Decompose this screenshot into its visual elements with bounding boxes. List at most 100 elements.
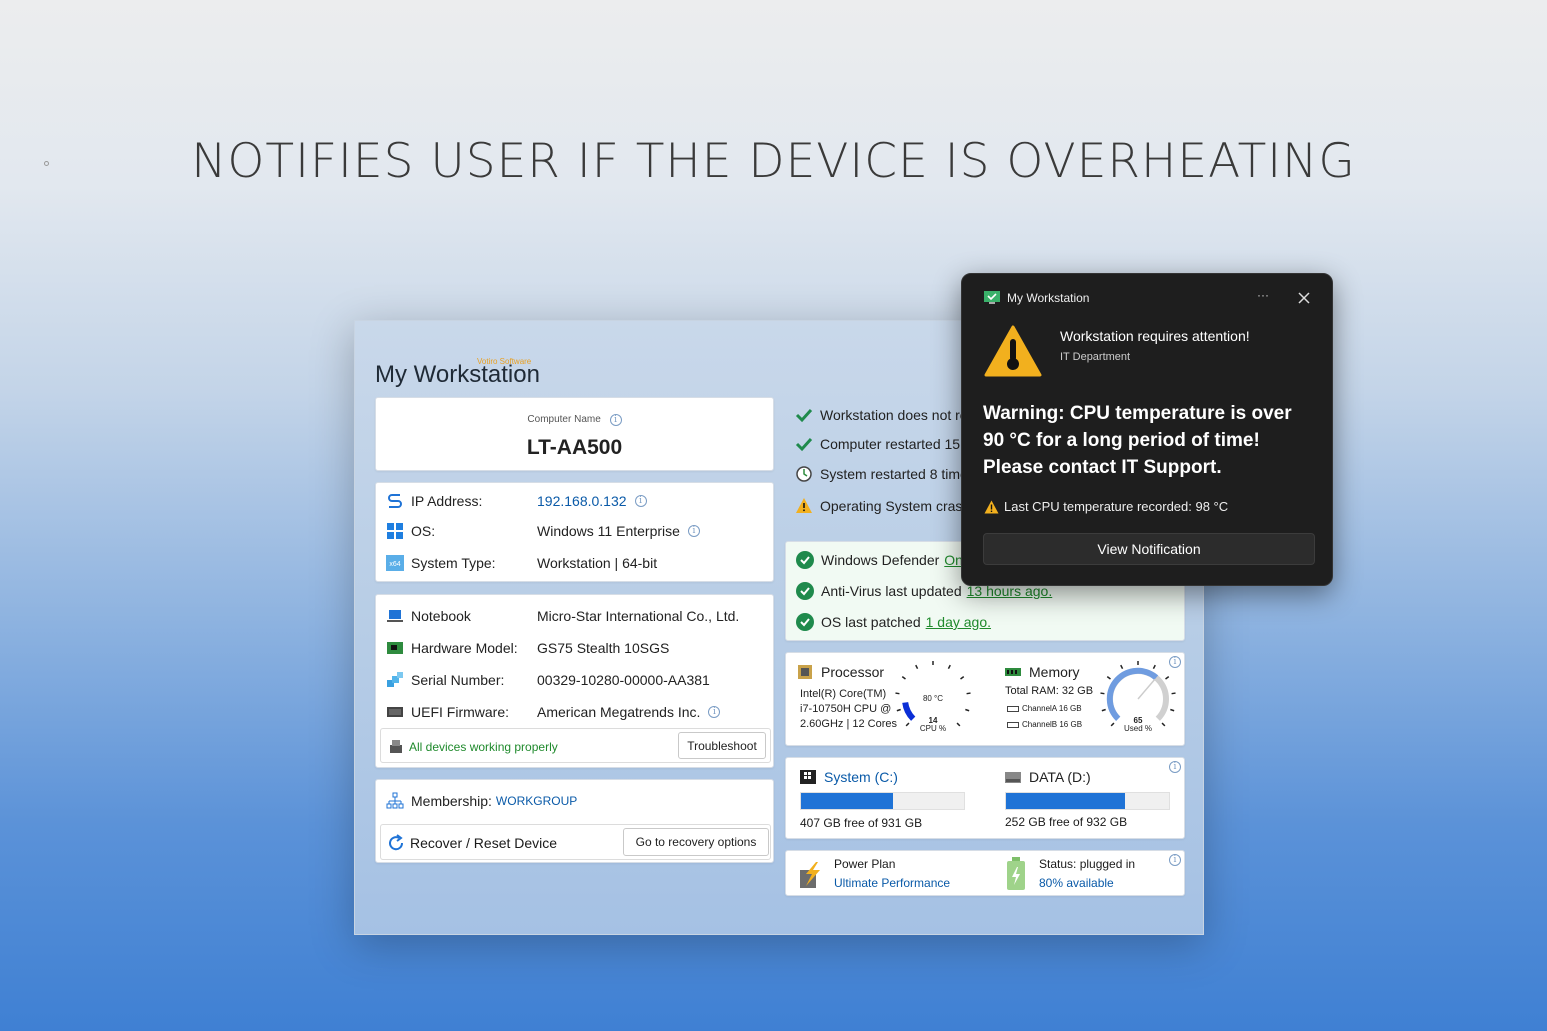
gauge-tick [956, 722, 961, 727]
os-label: OS: [411, 523, 436, 539]
brand-label: Votiro Software [477, 357, 532, 366]
close-icon[interactable] [1298, 291, 1310, 309]
gauge-tick [1110, 722, 1115, 727]
drive-name[interactable]: DATA (D:) [1029, 769, 1091, 785]
x64-icon: x64 [386, 554, 404, 572]
power-status-value[interactable]: 80% available [1039, 876, 1114, 890]
hardware-model-value: GS75 Stealth 10SGS [537, 640, 670, 656]
devices-status-bar: All devices working properly Troubleshoo… [380, 728, 771, 763]
troubleshoot-button[interactable]: Troubleshoot [678, 732, 766, 759]
ram-stick-icon [1007, 705, 1019, 712]
status-item: Computer restarted 15 [820, 436, 961, 452]
channel-a-text: ChannelA 16 GB [1022, 704, 1082, 713]
drive-c-free-text: 407 GB free of 931 GB [800, 816, 923, 830]
info-icon[interactable]: i [1169, 761, 1181, 773]
serial-number-value: 00329-10280-00000-AA381 [537, 672, 710, 688]
processor-desc-line: 2.60GHz | 12 Cores [800, 718, 898, 730]
gauge-tick [1165, 676, 1170, 680]
recover-row: Recover / Reset Device Go to recovery op… [380, 824, 771, 860]
network-card: IP Address: 192.168.0.132 i OS: Windows … [375, 482, 774, 582]
svg-text:x64: x64 [389, 561, 400, 568]
network-tree-icon [386, 792, 404, 810]
ip-address-value[interactable]: 192.168.0.132 [537, 493, 627, 509]
membership-card: Membership: WORKGROUP Recover / Reset De… [375, 779, 774, 863]
monitor-check-icon [984, 291, 1000, 310]
info-icon[interactable]: i [634, 495, 647, 507]
power-plan-value[interactable]: Ultimate Performance [834, 876, 950, 890]
system-type-value: Workstation | 64-bit [537, 555, 658, 571]
memory-used-label: Used % [1124, 724, 1152, 733]
go-to-recovery-button[interactable]: Go to recovery options [623, 828, 769, 856]
notebook-label: Notebook [411, 608, 471, 624]
notebook-value: Micro-Star International Co., Ltd. [537, 608, 740, 624]
power-card: i Power Plan Ultimate Performance Status… [785, 850, 1185, 896]
gauge-tick [1106, 676, 1111, 680]
gauge-tick [947, 664, 951, 670]
toast-warning-message: Warning: CPU temperature is over 90 °C f… [983, 403, 1292, 478]
serial-icon [386, 671, 404, 689]
power-status-label: Status: plugged in [1039, 857, 1136, 871]
gauge-tick [1161, 722, 1166, 727]
drive-name[interactable]: System (C:) [824, 769, 898, 785]
processor-desc-line: Intel(R) Core(TM) [800, 688, 887, 700]
view-notification-button[interactable]: View Notification [983, 533, 1315, 565]
drive-d-free-text: 252 GB free of 932 GB [1005, 815, 1128, 829]
gauge-tick [966, 692, 971, 695]
hardware-card: Notebook Micro-Star International Co., L… [375, 594, 774, 768]
computer-name-value: LT-AA500 [526, 436, 623, 459]
memory-channel-a: ChannelA 16 GB [1007, 704, 1082, 713]
info-icon[interactable]: i [1169, 854, 1181, 866]
chip-icon [386, 703, 404, 721]
more-options-icon[interactable]: ··· [1257, 288, 1269, 302]
printer-icon [387, 738, 405, 761]
processor-desc-line: i7-10750H CPU @ [800, 703, 892, 715]
notification-toast[interactable]: My Workstation ··· Workstation requires … [961, 273, 1333, 586]
computer-name-card: Computer Name i LT-AA500 [375, 397, 774, 471]
recover-reset-label: Recover / Reset Device [410, 835, 558, 851]
power-plan-label: Power Plan [834, 857, 896, 871]
gauge-tick [895, 692, 900, 695]
warning-icon [795, 497, 813, 515]
channel-b-text: ChannelB 16 GB [1022, 720, 1083, 729]
processor-title: Processor [821, 664, 885, 680]
os-patch-label: OS last patched [821, 614, 921, 630]
page-headline: NOTIFIES USER IF THE DEVICE IS OVERHEATI… [191, 134, 1356, 189]
ip-address-label: IP Address: [411, 493, 483, 509]
gauge-tick [915, 664, 919, 670]
check-circle-icon [796, 551, 814, 569]
check-circle-icon [796, 582, 814, 600]
antivirus-label: Anti-Virus last updated [821, 583, 962, 599]
laptop-icon [386, 607, 404, 625]
windows-icon [386, 522, 404, 540]
info-icon[interactable]: i [609, 414, 622, 426]
system-type-label: System Type: [411, 555, 496, 571]
info-icon[interactable]: i [687, 525, 700, 537]
clock-icon [795, 465, 813, 483]
cpu-usage-label: CPU % [920, 724, 946, 733]
checkmark-icon [795, 435, 813, 453]
cpu-icon [796, 663, 814, 681]
defender-label: Windows Defender [821, 552, 940, 568]
toast-source: IT Department [1060, 351, 1131, 363]
network-icon [386, 492, 404, 510]
toast-title: Workstation requires attention! [1060, 328, 1250, 344]
drive-c-usage-fill [801, 793, 893, 809]
refresh-icon [387, 834, 405, 857]
info-icon[interactable]: i [708, 706, 721, 718]
uefi-firmware-value: American Megatrends Inc. [537, 704, 701, 720]
warning-icon [984, 500, 999, 519]
os-patch-value[interactable]: 1 day ago. [926, 614, 991, 630]
battery-icon [1006, 857, 1026, 896]
checkmark-icon [795, 406, 813, 424]
memory-total: Total RAM: 32 GB [1005, 685, 1094, 697]
performance-card: i Processor Intel(R) Core(TM) i7-10750H … [785, 652, 1185, 746]
power-plug-icon [796, 858, 824, 895]
thermometer-warning-icon [984, 325, 1042, 382]
memory-icon [1004, 663, 1022, 681]
status-item: System restarted 8 time [820, 466, 968, 482]
gauge-tick [1170, 708, 1175, 712]
status-item: Operating System crash [820, 498, 971, 514]
memory-title: Memory [1029, 664, 1080, 680]
membership-value[interactable]: WORKGROUP [496, 794, 577, 808]
computer-name-label: Computer Name [527, 414, 601, 425]
